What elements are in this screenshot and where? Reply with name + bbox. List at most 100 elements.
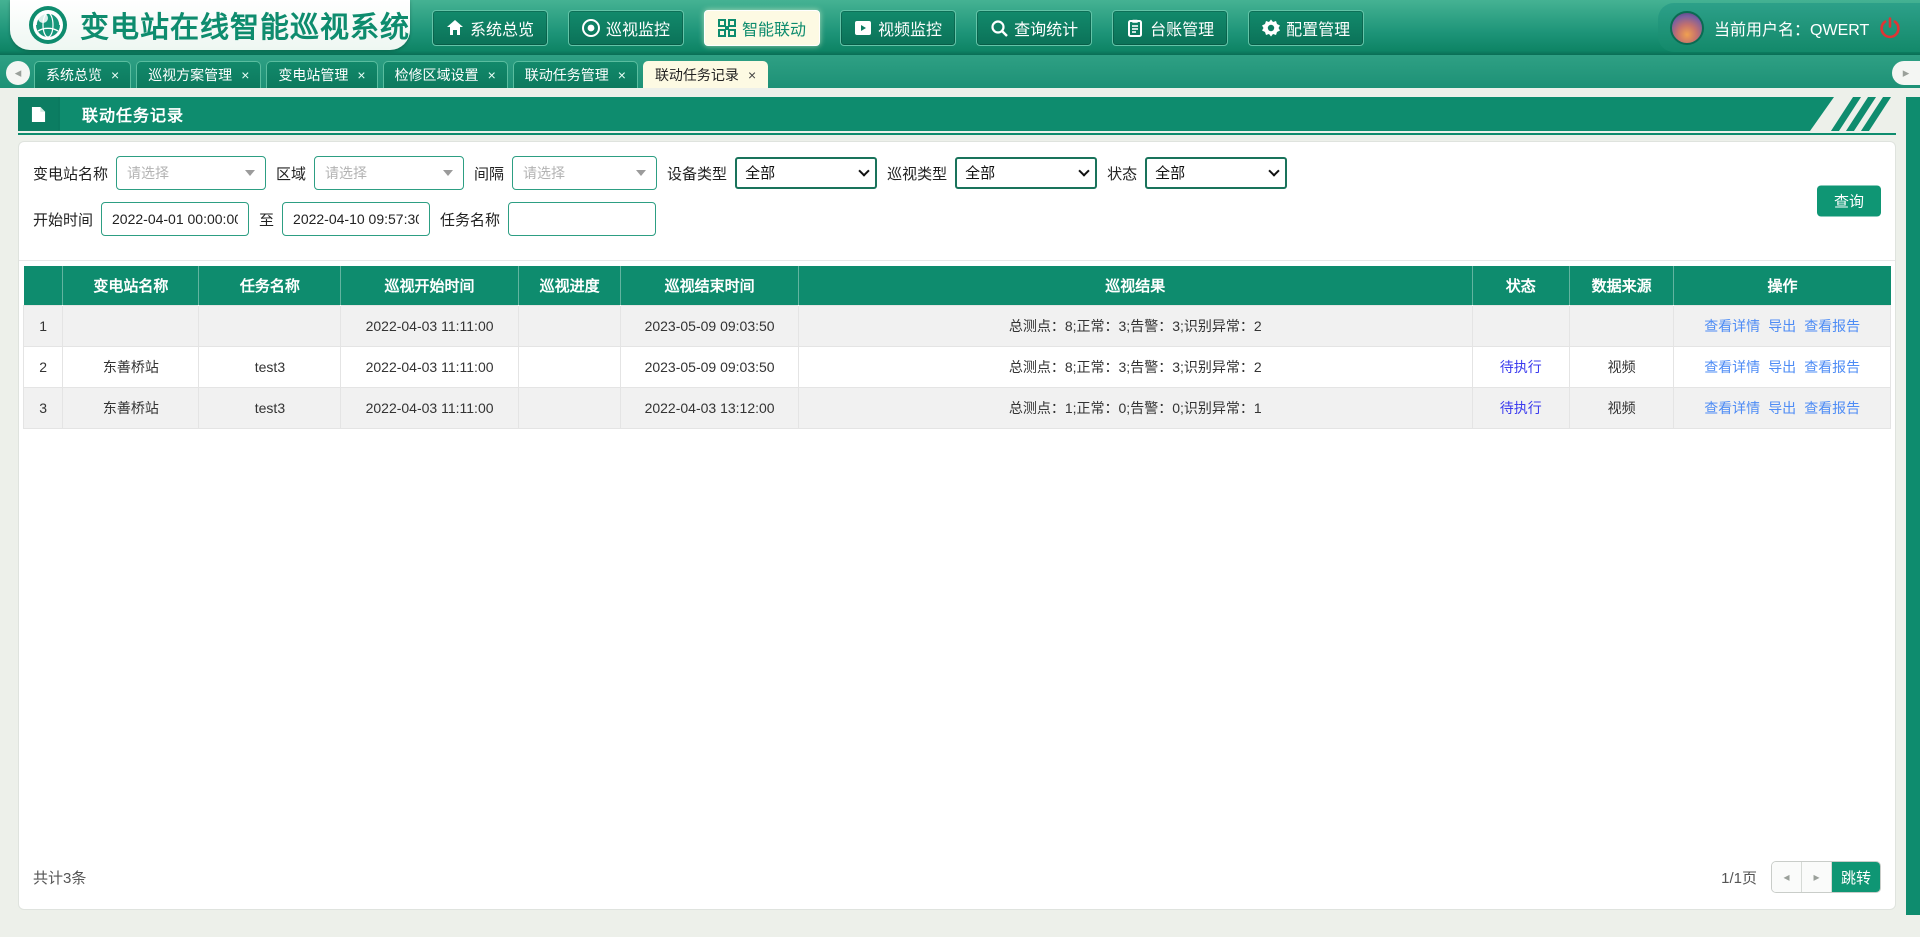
export-link[interactable]: 导出: [1768, 359, 1796, 375]
nav-config-management[interactable]: 配置管理: [1248, 10, 1364, 46]
title-bar-stripes: [1834, 97, 1896, 131]
export-link[interactable]: 导出: [1768, 318, 1796, 334]
device-type-select[interactable]: 全部: [735, 157, 877, 189]
nav-label: 视频监控: [878, 16, 942, 40]
cell-station: [63, 305, 199, 346]
clipboard-icon: [1126, 19, 1144, 37]
jump-button[interactable]: 跳转: [1832, 862, 1880, 892]
page-content: 联动任务记录 变电站名称 请选择 区域 请选择 间隔 请选择 设备类型 全部 巡…: [0, 88, 1920, 937]
view-detail-link[interactable]: 查看详情: [1704, 400, 1760, 416]
station-select[interactable]: 请选择: [116, 156, 266, 190]
search-icon: [990, 19, 1008, 37]
task-record-table: 变电站名称 任务名称 巡视开始时间 巡视进度 巡视结束时间 巡视结果 状态 数据…: [23, 266, 1891, 429]
close-icon[interactable]: ×: [618, 68, 626, 82]
tab-label: 系统总览: [46, 65, 102, 85]
nav-video-monitor[interactable]: 视频监控: [840, 10, 956, 46]
next-page-icon[interactable]: ▸: [1802, 862, 1832, 892]
tabs-scroll-left-icon[interactable]: ◂: [6, 61, 30, 85]
area-select[interactable]: 请选择: [314, 156, 464, 190]
view-detail-link[interactable]: 查看详情: [1704, 318, 1760, 334]
tab-label: 联动任务记录: [655, 65, 739, 85]
nav-label: 智能联动: [742, 16, 806, 40]
nav-label: 台账管理: [1150, 16, 1214, 40]
station-label: 变电站名称: [33, 163, 108, 184]
cell-index: 1: [24, 305, 63, 346]
cell-progress: [518, 346, 621, 387]
app-header: 变电站在线智能巡视系统 系统总览 巡视监控 智能联动 视频监控 查询统计: [0, 0, 1920, 55]
tab-substation-management[interactable]: 变电站管理×: [266, 61, 377, 88]
table-footer: 共计3条 1/1页 ◂ ▸ 跳转: [19, 849, 1895, 909]
tab-linkage-task-record[interactable]: 联动任务记录 ×: [643, 61, 768, 88]
chevron-down-icon: [443, 170, 453, 176]
nav-label: 查询统计: [1014, 16, 1078, 40]
current-user: 当前用户名：QWERT: [1714, 16, 1869, 40]
tab-patrol-plan-management[interactable]: 巡视方案管理 ×: [136, 61, 261, 88]
chevron-down-icon: [245, 170, 255, 176]
query-button[interactable]: 查询: [1817, 186, 1881, 217]
area-label: 区域: [276, 163, 306, 184]
table-header-row: 变电站名称 任务名称 巡视开始时间 巡视进度 巡视结束时间 巡视结果 状态 数据…: [24, 266, 1891, 305]
close-icon[interactable]: ×: [357, 68, 365, 82]
col-result: 巡视结果: [798, 266, 1472, 305]
close-icon[interactable]: ×: [241, 68, 249, 82]
cell-result: 总测点：1;正常：0;告警：0;识别异常：1: [798, 387, 1472, 428]
view-report-link[interactable]: 查看报告: [1804, 318, 1860, 334]
cell-end: 2023-05-09 09:03:50: [621, 305, 798, 346]
main-nav: 系统总览 巡视监控 智能联动 视频监控 查询统计 台账管理: [432, 0, 1364, 55]
main-panel: 变电站名称 请选择 区域 请选择 间隔 请选择 设备类型 全部 巡视类型 全部 …: [18, 141, 1896, 910]
user-label: 当前用户名：: [1714, 22, 1810, 39]
logout-power-icon[interactable]: [1879, 17, 1901, 39]
interval-select[interactable]: 请选择: [512, 156, 657, 190]
tabs-scroll-right-icon[interactable]: ▸: [1892, 61, 1920, 85]
nav-ledger-management[interactable]: 台账管理: [1112, 10, 1228, 46]
view-report-link[interactable]: 查看报告: [1804, 359, 1860, 375]
tab-linkage-task-management[interactable]: 联动任务管理×: [513, 61, 638, 88]
nav-system-overview[interactable]: 系统总览: [432, 10, 548, 46]
patrol-type-select[interactable]: 全部: [955, 157, 1097, 189]
logo-panel: 变电站在线智能巡视系统: [10, 0, 410, 50]
grid-link-icon: [718, 19, 736, 37]
close-icon[interactable]: ×: [488, 68, 496, 82]
col-task: 任务名称: [199, 266, 341, 305]
cell-index: 2: [24, 346, 63, 387]
cell-end: 2023-05-09 09:03:50: [621, 346, 798, 387]
view-detail-link[interactable]: 查看详情: [1704, 359, 1760, 375]
home-icon: [446, 19, 464, 37]
app-title: 变电站在线智能巡视系统: [80, 4, 410, 46]
cell-status: 待执行: [1472, 346, 1569, 387]
prev-page-icon[interactable]: ◂: [1772, 862, 1802, 892]
close-icon[interactable]: ×: [111, 68, 119, 82]
start-time-input[interactable]: [101, 202, 249, 236]
document-icon: [18, 97, 60, 131]
col-progress: 巡视进度: [518, 266, 621, 305]
col-start-time: 巡视开始时间: [341, 266, 518, 305]
col-actions: 操作: [1674, 266, 1891, 305]
cell-start: 2022-04-03 11:11:00: [341, 346, 518, 387]
view-report-link[interactable]: 查看报告: [1804, 400, 1860, 416]
end-time-input[interactable]: [282, 202, 430, 236]
close-icon[interactable]: ×: [748, 68, 756, 82]
cell-result: 总测点：8;正常：3;告警：3;识别异常：2: [798, 305, 1472, 346]
tab-label: 巡视方案管理: [148, 65, 232, 85]
task-name-label: 任务名称: [440, 209, 500, 230]
page-title: 联动任务记录: [82, 102, 184, 126]
chevron-down-icon: [636, 170, 646, 176]
area-placeholder: 请选择: [325, 163, 367, 183]
table-row: 2 东善桥站 test3 2022-04-03 11:11:00 2023-05…: [24, 346, 1891, 387]
status-select[interactable]: 全部: [1145, 157, 1287, 189]
col-source: 数据来源: [1569, 266, 1674, 305]
nav-smart-linkage[interactable]: 智能联动: [704, 10, 820, 46]
tab-maintenance-area-setting[interactable]: 检修区域设置×: [383, 61, 508, 88]
cell-actions: 查看详情导出查看报告: [1674, 305, 1891, 346]
task-name-input[interactable]: [508, 202, 656, 236]
tab-system-overview[interactable]: 系统总览 ×: [34, 61, 131, 88]
nav-label: 巡视监控: [606, 16, 670, 40]
export-link[interactable]: 导出: [1768, 400, 1796, 416]
table-row: 1 2022-04-03 11:11:00 2023-05-09 09:03:5…: [24, 305, 1891, 346]
col-end-time: 巡视结束时间: [621, 266, 798, 305]
nav-query-statistics[interactable]: 查询统计: [976, 10, 1092, 46]
user-avatar: [1670, 11, 1704, 45]
nav-patrol-monitor[interactable]: 巡视监控: [568, 10, 684, 46]
pagination: 1/1页 ◂ ▸ 跳转: [1721, 861, 1881, 893]
start-time-label: 开始时间: [33, 209, 93, 230]
